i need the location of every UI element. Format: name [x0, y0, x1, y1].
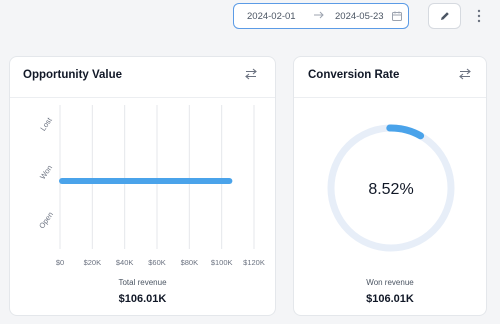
card-title: Conversion Rate — [308, 69, 400, 81]
y-category-label: Won — [38, 163, 54, 181]
y-category-label: Open — [37, 210, 55, 230]
start-date[interactable]: 2024-02-01 — [247, 11, 296, 22]
conversion-gauge: 8.52% — [327, 124, 455, 252]
date-range-picker[interactable]: 2024-02-01 2024-05-23 — [233, 3, 409, 29]
conversion-rate-card: Conversion Rate 8.52% Won revenue $106.0… — [293, 56, 487, 316]
card-divider — [10, 97, 275, 98]
won-revenue-label: Won revenue — [366, 278, 414, 287]
x-tick-label: $80K — [181, 258, 199, 267]
conversion-percent-label: 8.52% — [368, 181, 413, 198]
total-revenue-value: $106.01K — [118, 293, 167, 305]
x-tick-label: $100K — [211, 258, 233, 267]
top-toolbar: 2024-02-01 2024-05-23 — [0, 0, 500, 44]
edit-button[interactable] — [428, 3, 461, 29]
opportunity-bar-chart: $0 $20K $40K $60K $80K $100K $120K Lost Won Open — [37, 105, 265, 267]
more-options-button[interactable] — [472, 6, 486, 26]
x-tick-label: $0 — [56, 258, 64, 267]
end-date[interactable]: 2024-05-23 — [335, 11, 384, 22]
sliders-icon[interactable] — [458, 67, 472, 81]
x-tick-label: $120K — [243, 258, 265, 267]
opportunity-value-card: Opportunity Value $0 $20K $40K $60K $80K $100… — [9, 56, 276, 316]
gauge-value-arc — [386, 124, 425, 140]
x-tick-label: $60K — [148, 258, 166, 267]
more-vertical-icon — [477, 9, 481, 23]
arrow-right-icon — [314, 11, 324, 19]
x-tick-label: $40K — [116, 258, 134, 267]
x-tick-label: $20K — [84, 258, 102, 267]
calendar-icon[interactable] — [391, 10, 403, 22]
pencil-icon — [440, 12, 449, 20]
y-category-label: Lost — [38, 115, 54, 133]
total-revenue-label: Total revenue — [118, 278, 167, 287]
sliders-icon[interactable] — [244, 67, 258, 81]
card-title: Opportunity Value — [23, 69, 123, 81]
won-revenue-value: $106.01K — [366, 293, 414, 305]
card-divider — [294, 97, 486, 98]
